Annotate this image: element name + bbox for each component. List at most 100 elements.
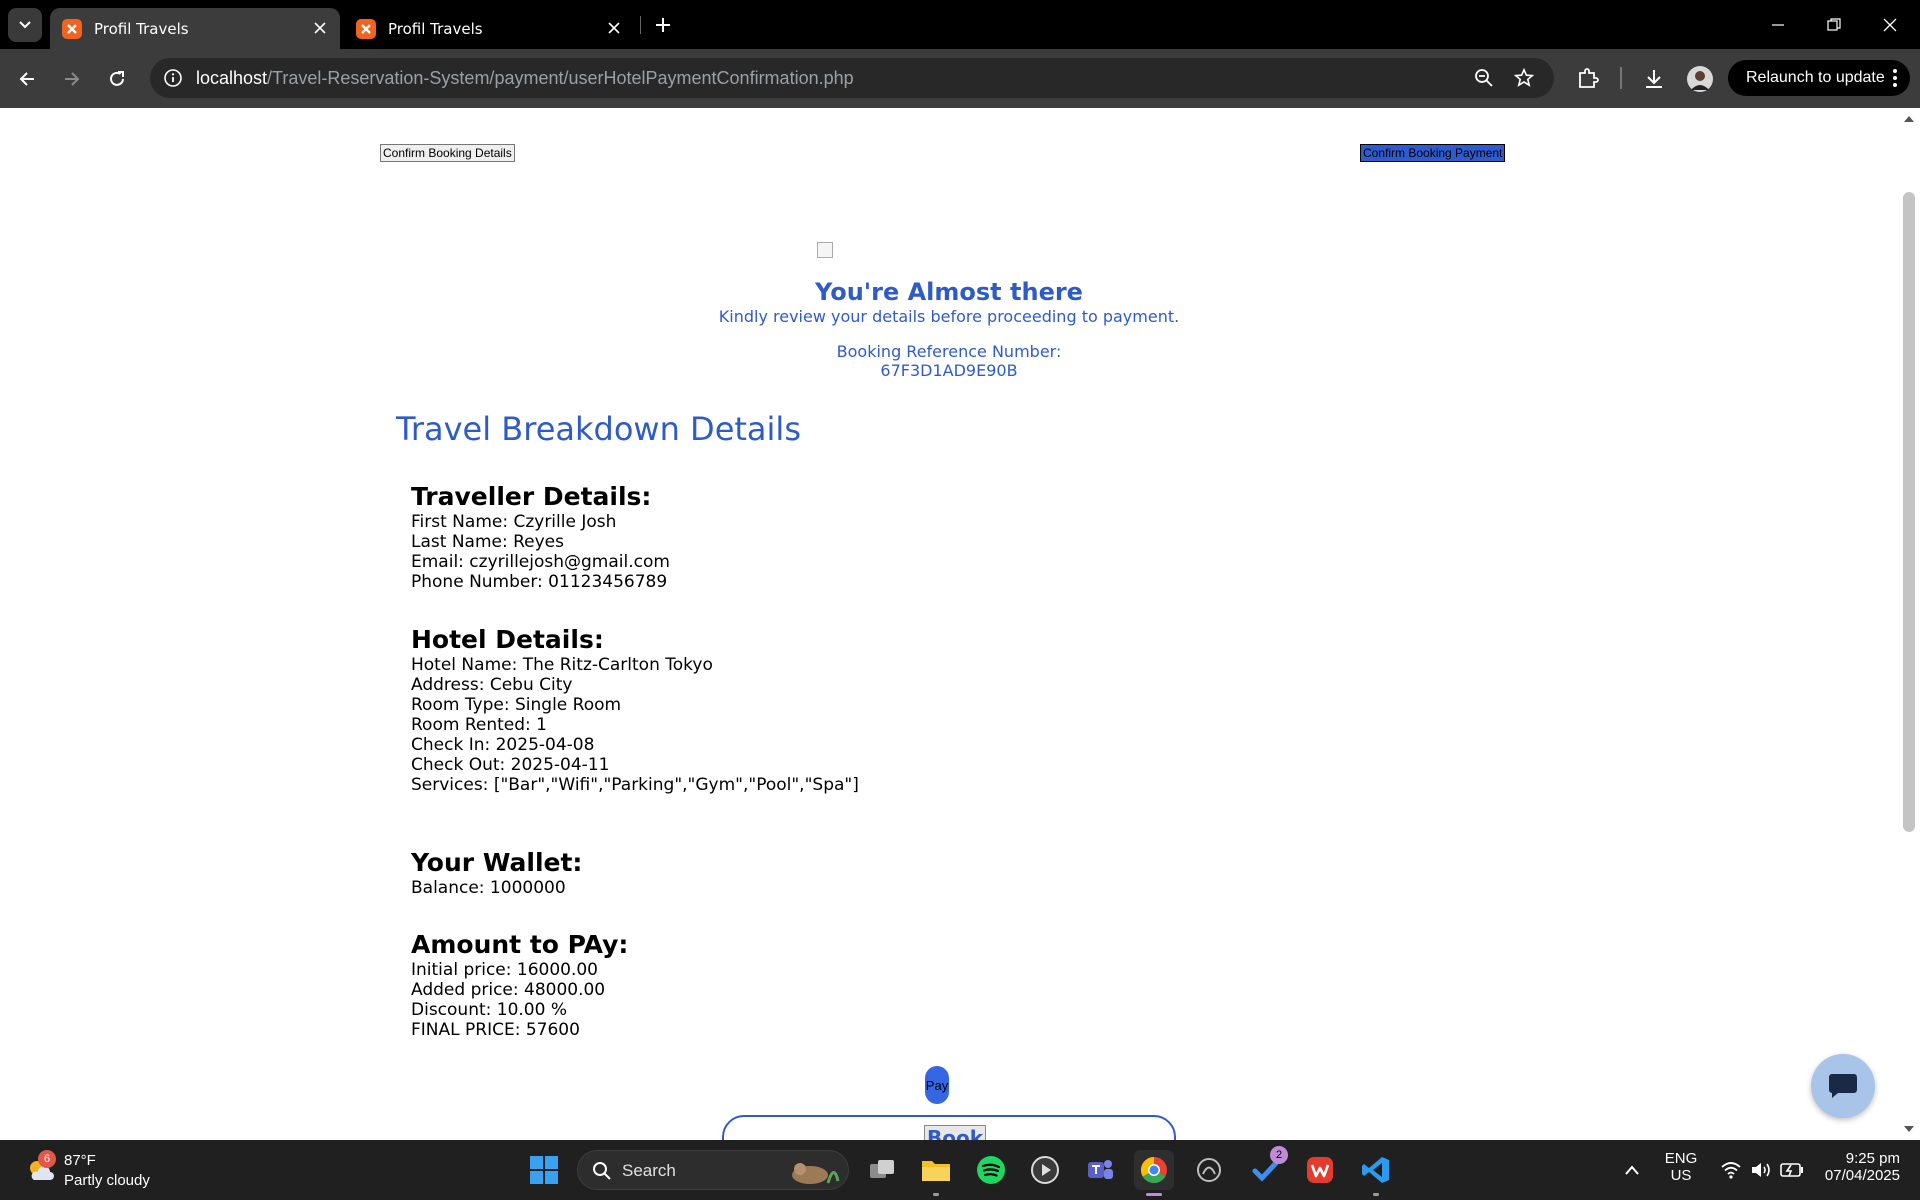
clock-time: 9:25 pm: [1845, 1150, 1900, 1167]
wps-office-icon: [1307, 1157, 1333, 1183]
page-scrollbar[interactable]: [1898, 108, 1920, 1140]
url-text[interactable]: localhost/Travel-Reservation-System/paym…: [196, 68, 854, 89]
reload-icon: [110, 71, 124, 86]
tab-separator: [640, 16, 641, 34]
tab-profil-travels-2[interactable]: Profil Travels: [344, 8, 634, 49]
media-player-app[interactable]: [1025, 1150, 1065, 1190]
scroll-up-arrow-icon[interactable]: [1904, 116, 1914, 122]
todo-app[interactable]: 2: [1246, 1146, 1288, 1190]
check-out: Check Out: 2025-04-11: [411, 755, 610, 775]
language-indicator[interactable]: ENG US: [1660, 1150, 1702, 1184]
wifi-icon: [1721, 1162, 1741, 1179]
restore-icon: [1827, 17, 1841, 31]
confirm-booking-payment-step[interactable]: Confirm Booking Payment: [1360, 144, 1506, 162]
search-icon: [593, 1162, 611, 1180]
zoom-icon[interactable]: [1472, 66, 1496, 90]
extensions-icon[interactable]: [1574, 65, 1602, 93]
wps-office-app[interactable]: [1300, 1150, 1340, 1190]
amount-heading: Amount to PAy:: [411, 930, 629, 959]
bookmark-star-icon[interactable]: [1512, 66, 1536, 90]
wallet-section: Your Wallet: Balance: 1000000: [411, 848, 582, 898]
check-in: Check In: 2025-04-08: [411, 735, 595, 755]
chrome-app[interactable]: [1134, 1150, 1174, 1196]
scrollbar-thumb[interactable]: [1903, 192, 1915, 832]
system-tray-status[interactable]: [1714, 1158, 1822, 1182]
reload-button[interactable]: [100, 62, 134, 96]
volume-icon: [1752, 1163, 1770, 1177]
spotify-icon: [977, 1156, 1005, 1184]
confirm-booking-details-step[interactable]: Confirm Booking Details: [380, 144, 515, 162]
added-price: Added price: 48000.00: [411, 980, 606, 1000]
browser-tab-bar: Profil Travels Profil Travels: [0, 0, 1920, 49]
windows-logo-icon: [530, 1156, 558, 1184]
weather-widget[interactable]: 6 87°F Partly cloudy: [22, 1148, 172, 1192]
relaunch-label: Relaunch to update: [1746, 69, 1885, 86]
final-price: FINAL PRICE: 57600: [411, 1020, 580, 1040]
room-type: Room Type: Single Room: [411, 695, 622, 715]
email: Email: czyrillejosh@gmail.com: [411, 552, 670, 572]
back-button[interactable]: [10, 62, 44, 96]
tab-search-button[interactable]: [8, 8, 42, 42]
booking-reference-number: 67F3D1AD9E90B: [880, 361, 1018, 380]
more-options-icon[interactable]: [1892, 68, 1898, 93]
profile-avatar[interactable]: [1686, 65, 1714, 93]
hotel-name: Hotel Name: The Ritz-Carlton Tokyo: [411, 655, 713, 675]
phone-number: Phone Number: 01123456789: [411, 572, 668, 592]
show-hidden-icons-button[interactable]: [1612, 1150, 1652, 1190]
file-explorer-app[interactable]: [916, 1150, 956, 1196]
xampp-favicon-icon: [62, 18, 82, 39]
hotel-details-section: Hotel Details: Hotel Name: The Ritz-Carl…: [411, 625, 859, 795]
minimize-icon: [1772, 23, 1784, 26]
book-container: Book: [722, 1115, 1176, 1140]
close-tab-icon[interactable]: [310, 18, 330, 38]
weather-alert-badge: 6: [38, 1150, 56, 1168]
pay-button[interactable]: Pay: [925, 1066, 949, 1104]
wallet-heading: Your Wallet:: [411, 848, 583, 877]
booking-reference-label: Booking Reference Number:: [836, 342, 1062, 361]
plus-icon: [656, 18, 670, 32]
taskbar-search-box[interactable]: Search: [577, 1150, 849, 1190]
start-button[interactable]: [524, 1150, 564, 1190]
forward-button[interactable]: [55, 62, 89, 96]
hotel-address: Address: Cebu City: [411, 675, 573, 695]
chat-button[interactable]: [1811, 1054, 1875, 1118]
almost-there-title: You're Almost there: [815, 278, 1083, 306]
chat-bubble-icon: [1829, 1074, 1857, 1098]
battery-icon: [1780, 1163, 1803, 1177]
search-label: Search: [622, 1161, 676, 1180]
weather-condition: Partly cloudy: [64, 1172, 150, 1189]
task-view-button[interactable]: [862, 1150, 902, 1190]
wallet-balance: Balance: 1000000: [411, 878, 566, 898]
chrome-icon: [1140, 1156, 1167, 1184]
relaunch-to-update-button[interactable]: Relaunch to update: [1728, 60, 1910, 96]
site-info-icon[interactable]: [162, 67, 184, 89]
teams-icon: [1088, 1160, 1113, 1179]
folder-icon: [922, 1161, 950, 1181]
windows-taskbar: 6 87°F Partly cloudy Search 2 ENG US 9:2…: [0, 1140, 1920, 1200]
amount-section: Amount to PAy: Initial price: 16000.00 A…: [411, 930, 628, 1040]
chevron-down-icon: [19, 21, 31, 29]
clock-date: 07/04/2025: [1824, 1167, 1900, 1184]
book-button[interactable]: Book: [924, 1125, 987, 1140]
travel-breakdown-title: Travel Breakdown Details: [396, 410, 801, 448]
app-launcher-app[interactable]: [1189, 1150, 1229, 1190]
tab-title: Profil Travels: [388, 19, 483, 38]
page-content: Confirm Booking Details Confirm Booking …: [0, 108, 1898, 1140]
address-bar[interactable]: localhost/Travel-Reservation-System/paym…: [150, 58, 1554, 98]
minimize-window-button[interactable]: [1750, 0, 1806, 49]
active-indicator: [1146, 1193, 1162, 1196]
spotify-app[interactable]: [971, 1150, 1011, 1190]
tab-profil-travels-1[interactable]: Profil Travels: [50, 8, 340, 49]
close-tab-icon[interactable]: [604, 18, 624, 38]
scroll-down-arrow-icon[interactable]: [1904, 1126, 1914, 1132]
region-code: US: [1670, 1167, 1692, 1184]
close-window-button[interactable]: [1862, 0, 1918, 49]
last-name: Last Name: Reyes: [411, 532, 564, 552]
xampp-favicon-icon: [356, 18, 376, 39]
vscode-app[interactable]: [1356, 1150, 1396, 1196]
teams-app[interactable]: [1080, 1150, 1120, 1190]
new-tab-button[interactable]: [651, 13, 675, 37]
downloads-icon[interactable]: [1640, 65, 1668, 93]
restore-window-button[interactable]: [1806, 0, 1862, 49]
clock[interactable]: 9:25 pm 07/04/2025: [1812, 1150, 1900, 1184]
